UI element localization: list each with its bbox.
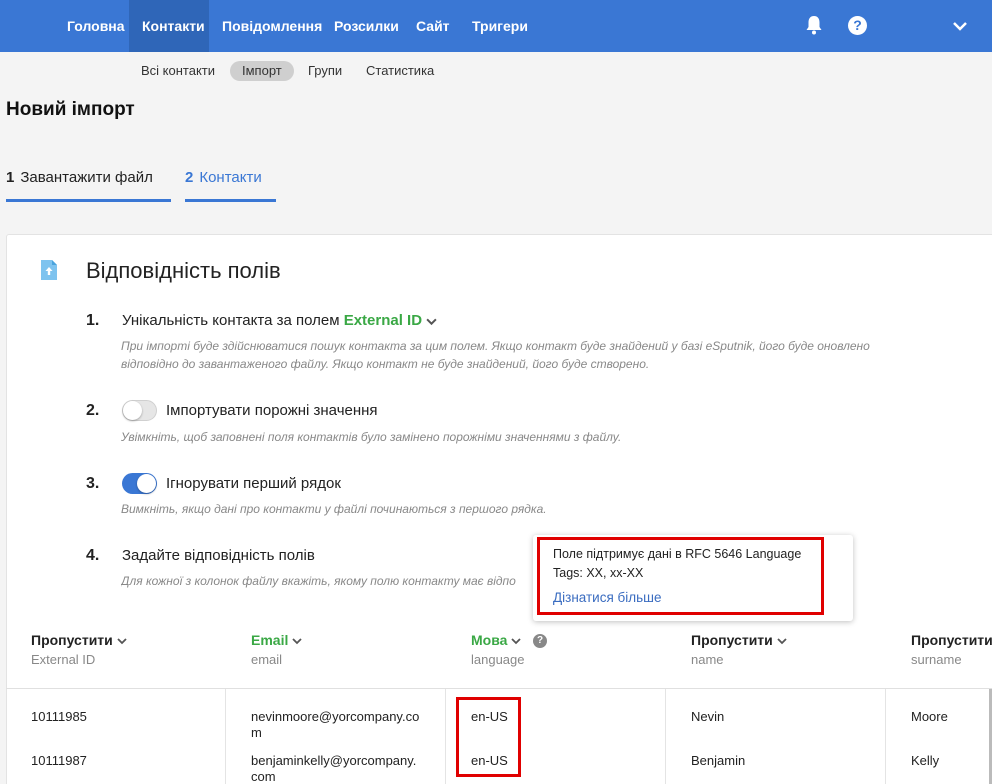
table-cell: Moore (911, 709, 948, 724)
nav-item-contacts[interactable]: Контакти (129, 0, 209, 52)
item-number: 3. (86, 475, 100, 492)
step-upload-file[interactable]: 1 Завантажити файл (6, 166, 171, 202)
column-source-name: name (691, 652, 724, 667)
column-mapping-select[interactable]: Пропустити (31, 632, 127, 648)
import-empty-values-label: Імпортувати порожні значення (166, 402, 378, 419)
chevron-down-icon (292, 638, 302, 645)
field-mapping-label: Задайте відповідність полів (122, 547, 315, 564)
email-line: com (251, 769, 276, 784)
table-cell: nevinmoore@yorcompany.co m (251, 709, 419, 741)
step-number: 2 (185, 169, 194, 186)
chevron-down-icon (117, 638, 127, 645)
card-title: Відповідність полів (86, 258, 281, 283)
item-number: 4. (86, 547, 100, 564)
help-icon[interactable]: ? (533, 634, 547, 648)
nav-item-campaigns[interactable]: Розсилки (334, 0, 399, 52)
unique-field-label: Унікальність контакта за полем (122, 312, 340, 329)
item-description: При імпорті буде здійснюватися пошук кон… (121, 339, 870, 371)
step-label: Завантажити файл (20, 169, 153, 186)
nav-item-home[interactable]: Головна (67, 0, 125, 52)
table-cell: 10111985 (31, 709, 87, 724)
column-source-name: email (251, 652, 283, 667)
table-cell: Nevin (691, 709, 725, 724)
subnav-import[interactable]: Імпорт (230, 61, 294, 81)
step-label: Контакти (199, 169, 262, 186)
language-values-highlight-frame (456, 697, 521, 777)
column-mapping-label: Пропустити (691, 632, 773, 648)
column-mapping-label: Мова (471, 632, 508, 648)
column-divider (445, 689, 446, 784)
ignore-first-row-label: Ігнорувати перший рядок (166, 475, 341, 492)
subnav-all-contacts[interactable]: Всі контакти (141, 61, 215, 81)
item-description: Вимкніть, якщо дані про контакти у файлі… (121, 502, 547, 516)
item-number: 2. (86, 402, 100, 419)
chevron-down-icon[interactable] (426, 316, 437, 327)
column-divider (665, 689, 666, 784)
file-upload-icon (41, 260, 57, 280)
item-number: 1. (86, 312, 100, 329)
table-cell: Benjamin (691, 753, 746, 768)
page-title: Новий імпорт (6, 99, 135, 120)
step-contacts[interactable]: 2 Контакти (185, 166, 276, 202)
column-source-name: External ID (31, 652, 96, 667)
import-empty-values-toggle[interactable] (122, 400, 157, 421)
help-icon[interactable]: ? (848, 16, 867, 35)
nav-item-messages[interactable]: Повідомлення (222, 0, 322, 52)
column-mapping-select[interactable]: Мова (471, 632, 522, 648)
column-mapping-select[interactable]: Email (251, 632, 302, 648)
table-cell: Kelly (911, 753, 940, 768)
chevron-down-icon (511, 638, 522, 645)
column-mapping-label: Email (251, 632, 289, 648)
column-mapping-label: Пропустити (911, 632, 992, 648)
chevron-down-icon (777, 638, 787, 645)
column-source-name: surname (911, 652, 962, 667)
chevron-down-icon[interactable] (952, 18, 968, 34)
column-mapping-select[interactable]: Пропустити (911, 632, 992, 648)
table-divider (6, 688, 992, 689)
toggle-knob (123, 401, 142, 420)
column-divider (885, 689, 886, 784)
item-description: Увімкніть, щоб заповнені поля контактів … (121, 430, 622, 444)
unique-field-select[interactable]: External ID (344, 312, 422, 329)
ignore-first-row-toggle[interactable] (122, 473, 157, 494)
column-mapping-select[interactable]: Пропустити (691, 632, 787, 648)
table-cell: 10111987 (31, 753, 87, 768)
nav-item-site[interactable]: Сайт (416, 0, 450, 52)
nav-item-triggers[interactable]: Тригери (472, 0, 528, 52)
subnav-groups[interactable]: Групи (308, 61, 342, 81)
tooltip-highlight-frame (537, 537, 824, 615)
top-navigation-bar: Головна Контакти Повідомлення Розсилки С… (0, 0, 992, 52)
email-line: m (251, 725, 262, 740)
item-description: Для кожної з колонок файлу вкажіть, яком… (121, 574, 516, 588)
bell-icon[interactable] (805, 15, 823, 35)
column-source-name: language (471, 652, 525, 667)
table-cell: benjaminkelly@yorcompany. com (251, 753, 416, 784)
step-number: 1 (6, 169, 15, 186)
subnav-statistics[interactable]: Статистика (366, 61, 434, 81)
email-line: nevinmoore@yorcompany.co (251, 709, 420, 724)
unique-field-setting: Унікальність контакта за полем External … (122, 312, 437, 329)
column-mapping-label: Пропустити (31, 632, 113, 648)
toggle-knob (137, 474, 156, 493)
column-divider (225, 689, 226, 784)
email-line: benjaminkelly@yorcompany. (251, 753, 417, 768)
